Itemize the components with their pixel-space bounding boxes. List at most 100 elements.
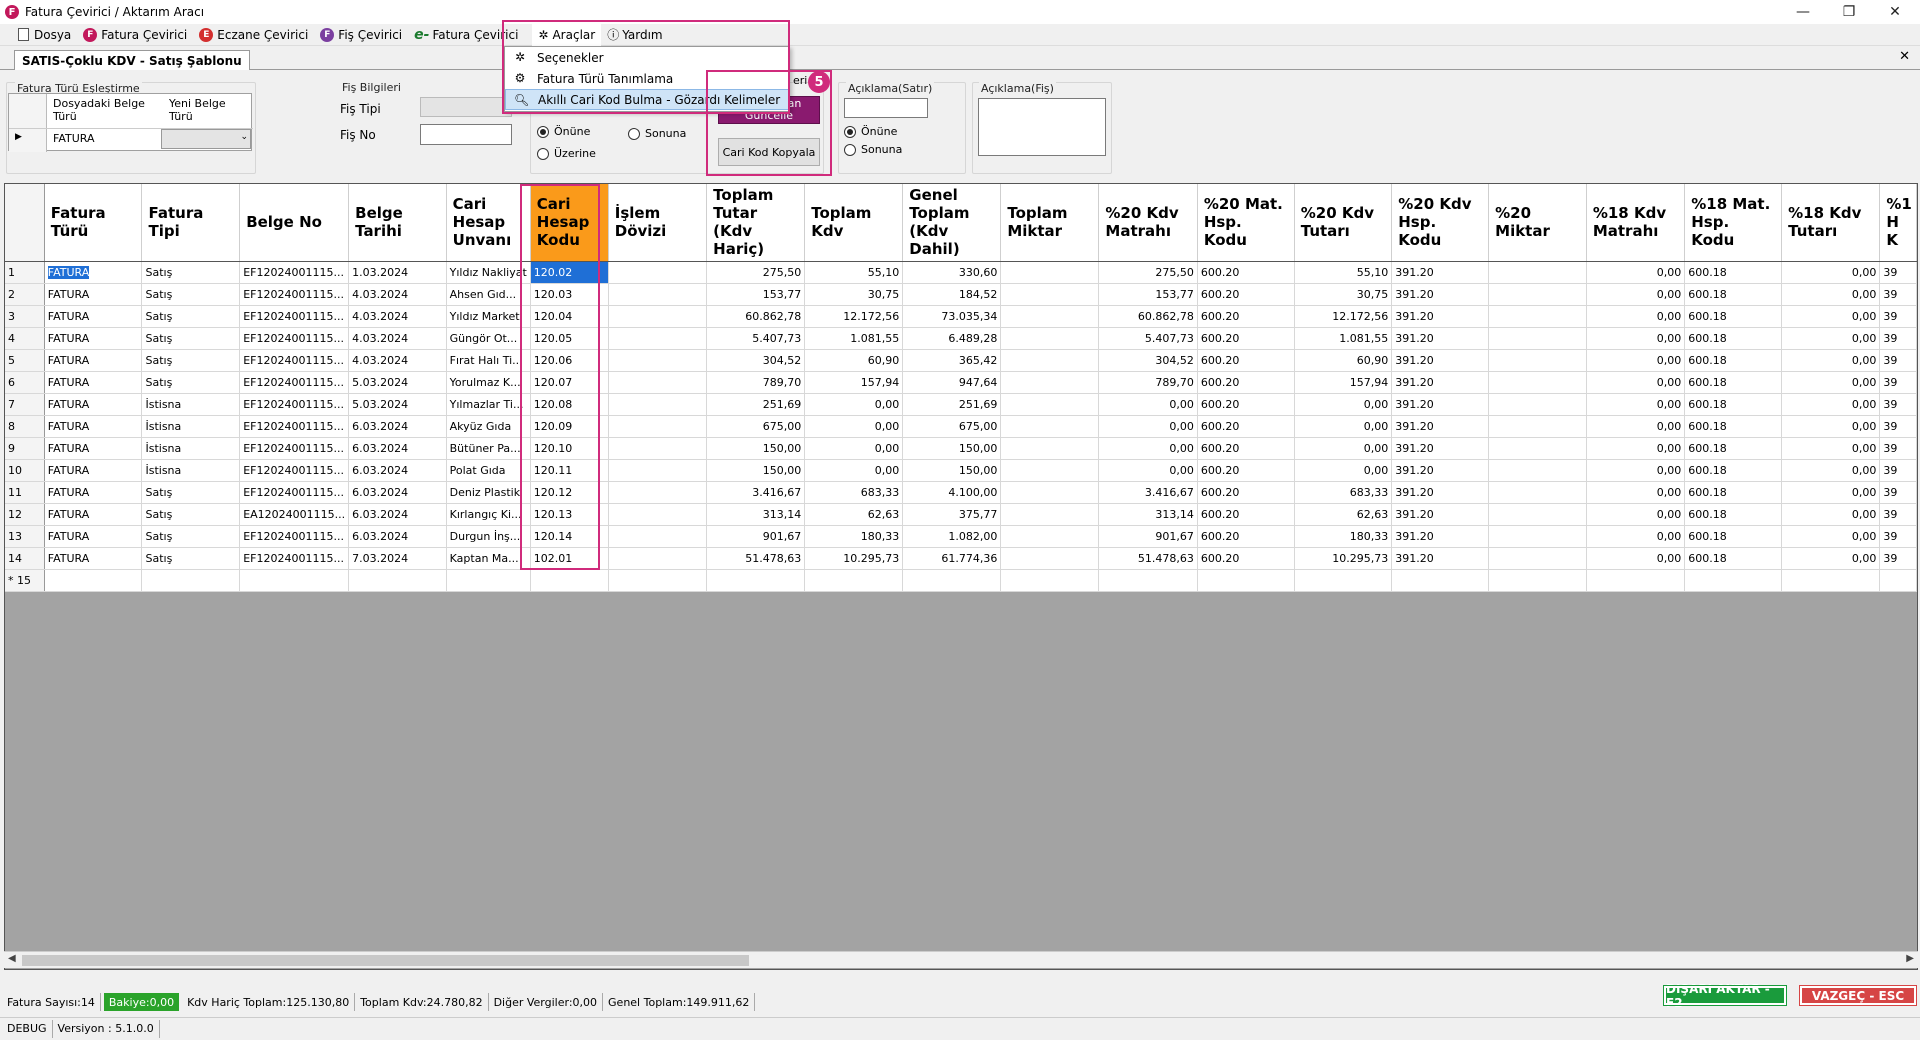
grid-cell[interactable]: 600.20 xyxy=(1197,437,1295,460)
grid-cell[interactable]: 391.20 xyxy=(1391,261,1490,284)
grid-cell[interactable]: 0,00 xyxy=(1586,371,1686,394)
grid-cell[interactable] xyxy=(706,569,806,592)
menu-item-secenekler[interactable]: ✲ Seçenekler xyxy=(505,47,789,68)
table-row[interactable]: 4 FATURA Satış EF12024001115... 4.03.2024 Gün… xyxy=(5,327,1917,350)
grid-cell[interactable]: 0,00 xyxy=(1781,393,1881,416)
grid-cell[interactable]: 0,00 xyxy=(1294,393,1393,416)
table-row[interactable]: 14 FATURA Satış EF12024001115... 7.03.2024 Ka… xyxy=(5,547,1917,570)
column-header[interactable]: %18 Kdv Tutarı xyxy=(1781,184,1881,262)
grid-cell[interactable]: 0,00 xyxy=(1586,283,1686,306)
scroll-left-icon[interactable]: ◀ xyxy=(8,953,16,964)
grid-cell[interactable]: 120.12 xyxy=(530,481,609,504)
grid-cell[interactable]: Güngör Ot... xyxy=(446,327,531,350)
grid-cell[interactable]: 39 xyxy=(1879,283,1917,306)
grid-cell[interactable]: 675,00 xyxy=(706,415,806,438)
grid-cell[interactable]: EF12024001115... xyxy=(239,327,350,350)
grid-cell[interactable]: 391.20 xyxy=(1391,503,1490,526)
grid-cell[interactable]: Satış xyxy=(141,305,241,328)
grid-cell[interactable]: 391.20 xyxy=(1391,415,1490,438)
grid-cell[interactable]: 180,33 xyxy=(1294,525,1393,548)
table-row[interactable]: 12 FATURA Satış EA12024001115... 6.03.2024 Kı… xyxy=(5,503,1917,526)
menu-eczane-cevirici[interactable]: E Eczane Çevirici xyxy=(193,24,314,46)
grid-cell[interactable]: 0,00 xyxy=(1781,305,1881,328)
grid-cell[interactable] xyxy=(608,525,708,548)
grid-cell[interactable]: 304,52 xyxy=(706,349,806,372)
grid-cell[interactable]: 0,00 xyxy=(1294,459,1393,482)
fis-no-field[interactable] xyxy=(420,124,512,145)
radio-aciklama-sonuna[interactable]: Sonuna xyxy=(844,143,902,156)
aciklama-satir-field[interactable] xyxy=(844,98,928,118)
grid-cell[interactable] xyxy=(608,459,708,482)
grid-cell[interactable] xyxy=(608,349,708,372)
grid-cell[interactable]: 61.774,36 xyxy=(902,547,1002,570)
grid-cell[interactable]: 675,00 xyxy=(902,415,1002,438)
grid-cell[interactable]: 6.03.2024 xyxy=(348,525,447,548)
grid-cell[interactable]: Satış xyxy=(141,283,241,306)
grid-cell[interactable]: 184,52 xyxy=(902,283,1002,306)
grid-cell[interactable]: 150,00 xyxy=(902,459,1002,482)
grid-cell[interactable]: 391.20 xyxy=(1391,327,1490,350)
grid-cell[interactable]: 600.18 xyxy=(1684,481,1783,504)
grid-cell[interactable]: 6.489,28 xyxy=(902,327,1002,350)
column-header[interactable]: İşlem Dövizi xyxy=(608,184,708,262)
menu-item-akilli-cari-kod[interactable]: 🔍︎ Akıllı Cari Kod Bulma - Gözardı Kelim… xyxy=(505,89,789,110)
grid-cell[interactable]: 30,75 xyxy=(804,283,904,306)
grid-cell[interactable]: 600.20 xyxy=(1197,415,1295,438)
grid-cell[interactable]: 39 xyxy=(1879,371,1917,394)
grid-cell[interactable]: 600.18 xyxy=(1684,349,1783,372)
grid-cell[interactable]: 153,77 xyxy=(706,283,806,306)
grid-cell[interactable]: 600.20 xyxy=(1197,393,1295,416)
grid-cell[interactable] xyxy=(608,481,708,504)
grid-cell[interactable] xyxy=(1488,569,1587,592)
grid-cell[interactable]: İstisna xyxy=(141,415,241,438)
grid-cell[interactable]: 0,00 xyxy=(1586,547,1686,570)
grid-cell[interactable]: 4.03.2024 xyxy=(348,283,447,306)
grid-cell[interactable]: 51.478,63 xyxy=(706,547,806,570)
grid-cell[interactable] xyxy=(608,437,708,460)
grid-cell[interactable]: 789,70 xyxy=(706,371,806,394)
grid-cell[interactable]: 120.13 xyxy=(530,503,609,526)
scroll-right-icon[interactable]: ▶ xyxy=(1906,953,1914,964)
table-row[interactable]: 13 FATURA Satış EF12024001115... 6.03.2024 Du… xyxy=(5,525,1917,548)
grid-cell[interactable] xyxy=(1781,569,1881,592)
grid-cell[interactable]: FATURA xyxy=(44,481,143,504)
column-header[interactable]: %20 Kdv Matrahı xyxy=(1098,184,1198,262)
grid-cell[interactable]: 789,70 xyxy=(1098,371,1198,394)
grid-cell[interactable]: 313,14 xyxy=(706,503,806,526)
export-button[interactable]: DIŞARI AKTAR - F2 xyxy=(1663,982,1787,1010)
grid-cell[interactable]: 157,94 xyxy=(1294,371,1393,394)
grid-cell[interactable]: 251,69 xyxy=(902,393,1002,416)
grid-cell[interactable]: 901,67 xyxy=(706,525,806,548)
radio-sonuna[interactable]: Sonuna xyxy=(628,127,686,140)
grid-cell[interactable]: FATURA xyxy=(44,525,143,548)
grid-cell[interactable]: 10.295,73 xyxy=(804,547,904,570)
grid-cell[interactable]: 391.20 xyxy=(1391,437,1490,460)
grid-cell[interactable]: 3.416,67 xyxy=(1098,481,1198,504)
column-header[interactable]: %20 Kdv Hsp. Kodu xyxy=(1391,184,1490,262)
grid-cell[interactable] xyxy=(1000,569,1100,592)
grid-cell[interactable] xyxy=(1197,569,1295,592)
grid-cell[interactable]: Kaptan Ma... xyxy=(446,547,531,570)
grid-cell[interactable]: 12.172,56 xyxy=(1294,305,1393,328)
grid-cell[interactable]: Yıldız Nakliyat xyxy=(446,261,531,284)
grid-cell[interactable] xyxy=(348,569,447,592)
grid-cell[interactable]: 120.02 xyxy=(530,261,609,284)
grid-cell[interactable]: 12.172,56 xyxy=(804,305,904,328)
column-header[interactable]: %20 Kdv Tutarı xyxy=(1294,184,1393,262)
grid-cell[interactable]: 600.18 xyxy=(1684,503,1783,526)
grid-cell[interactable]: 39 xyxy=(1879,459,1917,482)
grid-cell[interactable]: 6.03.2024 xyxy=(348,481,447,504)
grid-cell[interactable]: FATURA xyxy=(44,305,143,328)
maximize-button[interactable]: ❐ xyxy=(1826,0,1872,24)
column-header[interactable]: Toplam Kdv xyxy=(804,184,904,262)
grid-cell[interactable] xyxy=(1488,525,1587,548)
column-header[interactable]: %1 H K xyxy=(1879,184,1917,262)
grid-cell[interactable]: 120.03 xyxy=(530,283,609,306)
grid-cell[interactable]: 30,75 xyxy=(1294,283,1393,306)
grid-cell[interactable]: Fırat Halı Ti... xyxy=(446,349,531,372)
grid-cell[interactable]: İstisna xyxy=(141,459,241,482)
copy-cari-code-button[interactable]: Cari Kod Kopyala xyxy=(718,138,820,166)
grid-cell[interactable]: EF12024001115... xyxy=(239,349,350,372)
column-header[interactable]: %20 Mat. Hsp. Kodu xyxy=(1197,184,1295,262)
grid-cell[interactable]: 153,77 xyxy=(1098,283,1198,306)
